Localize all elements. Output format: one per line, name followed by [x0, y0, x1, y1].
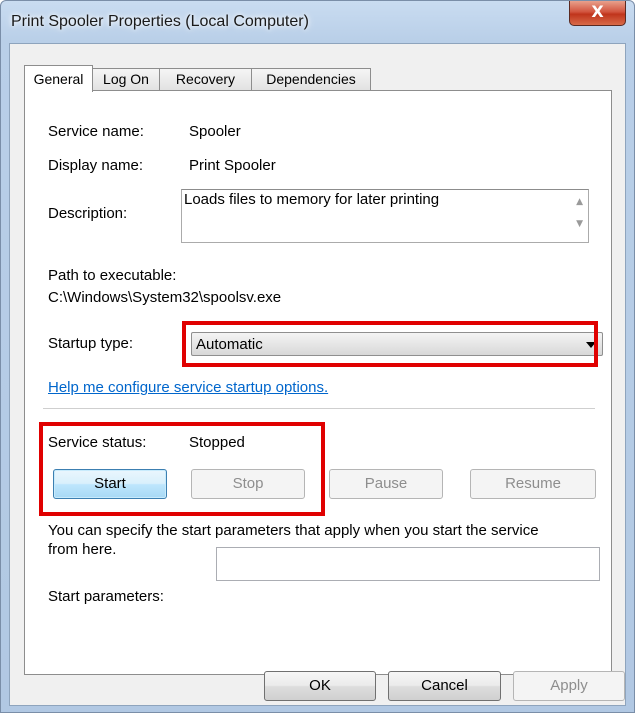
start-params-label: Start parameters:: [48, 588, 164, 605]
cancel-button[interactable]: Cancel: [388, 671, 501, 701]
description-label: Description:: [48, 205, 128, 222]
general-tab-panel: Service name: Spooler Display name: Prin…: [24, 90, 612, 675]
apply-button[interactable]: Apply: [513, 671, 625, 701]
path-label: Path to executable:: [48, 267, 177, 284]
scroll-up-icon[interactable]: ▲: [576, 197, 583, 207]
section-divider: [43, 408, 595, 410]
close-button[interactable]: X: [569, 1, 626, 26]
ok-button[interactable]: OK: [264, 671, 376, 701]
title-bar[interactable]: Print Spooler Properties (Local Computer…: [1, 1, 634, 43]
tab-log-on[interactable]: Log On: [92, 68, 160, 90]
start-parameters-input[interactable]: [216, 547, 600, 581]
startup-type-label: Startup type:: [48, 335, 134, 352]
tab-recovery[interactable]: Recovery: [159, 68, 252, 90]
description-textbox[interactable]: Loads files to memory for later printing…: [181, 189, 589, 243]
start-params-hint-line2: from here.: [48, 541, 117, 558]
dialog-client-area: General Log On Recovery Dependencies Ser…: [9, 43, 626, 706]
description-text: Loads files to memory for later printing: [184, 191, 440, 208]
service-status-highlight: [39, 422, 325, 516]
close-icon: X: [591, 2, 604, 21]
scroll-down-icon[interactable]: ▼: [576, 219, 583, 229]
path-value: C:\Windows\System32\spoolsv.exe: [48, 289, 282, 306]
service-name-value: Spooler: [189, 123, 241, 140]
tab-general[interactable]: General: [24, 65, 93, 92]
tab-dependencies[interactable]: Dependencies: [251, 68, 371, 90]
service-name-label: Service name:: [48, 123, 144, 140]
properties-window: Print Spooler Properties (Local Computer…: [0, 0, 635, 713]
window-title: Print Spooler Properties (Local Computer…: [11, 13, 309, 30]
start-params-hint-line1: You can specify the start parameters tha…: [48, 522, 539, 539]
help-configure-link[interactable]: Help me configure service startup option…: [48, 379, 328, 396]
resume-button[interactable]: Resume: [470, 469, 596, 499]
startup-type-highlight: [182, 321, 598, 367]
display-name-value: Print Spooler: [189, 157, 276, 174]
pause-button[interactable]: Pause: [329, 469, 443, 499]
display-name-label: Display name:: [48, 157, 144, 174]
